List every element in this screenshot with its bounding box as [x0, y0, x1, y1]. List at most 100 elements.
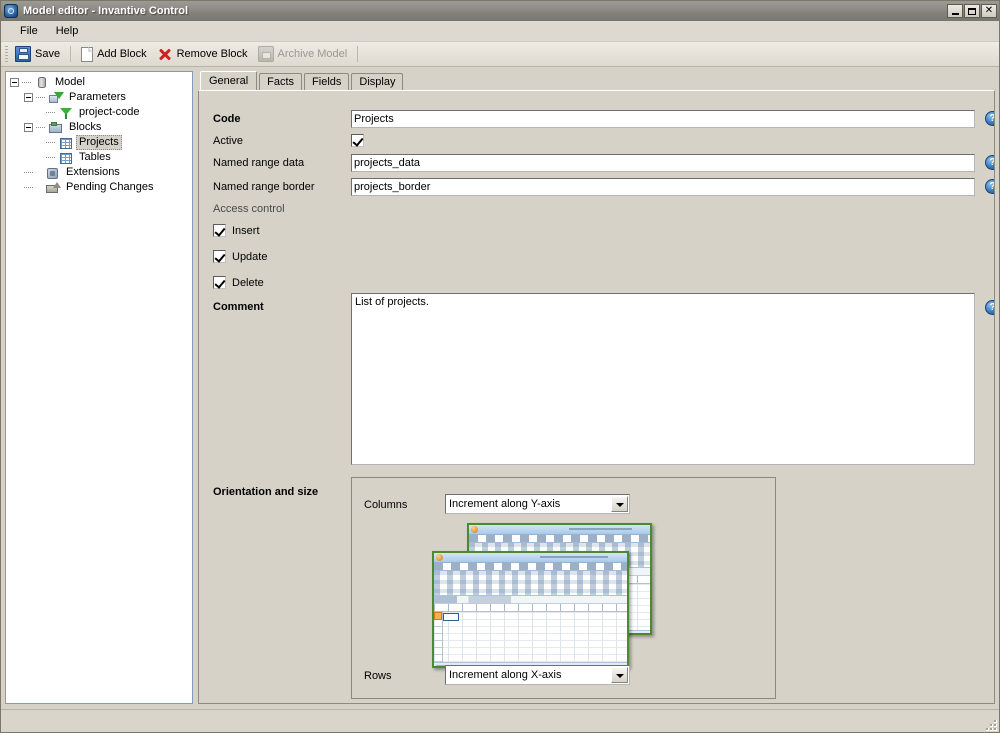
tree-item-label: Parameters — [66, 91, 129, 104]
help-icon-named-range-data[interactable]: ? — [985, 155, 995, 170]
excel-ribbon-tabs — [469, 535, 650, 543]
excel-ribbon-tabs — [434, 563, 627, 571]
tree-item-label: Tables — [76, 151, 114, 164]
orientation-label-row: Orientation and size — [213, 486, 318, 498]
tree-item-model[interactable]: Model — [10, 75, 192, 90]
expander-minus-icon[interactable] — [24, 123, 33, 132]
excel-ribbon — [434, 571, 627, 596]
excel-sheet-area — [434, 612, 627, 668]
access-control-label-row: Access control — [213, 203, 285, 215]
toolbar-separator — [70, 46, 71, 62]
expander-minus-icon[interactable] — [24, 93, 33, 102]
access-control-label: Access control — [213, 203, 285, 215]
access-delete-row[interactable]: Delete — [213, 276, 264, 289]
title-bar: Model editor - Invantive Control ✕ — [1, 1, 999, 21]
tree-item-label: Extensions — [63, 166, 123, 179]
rows-dropdown[interactable]: Increment along X-axis — [445, 665, 630, 685]
tree-item-extensions[interactable]: Extensions — [10, 165, 192, 180]
help-icon-named-range-border[interactable]: ? — [985, 179, 995, 194]
excel-row-headers — [434, 612, 443, 668]
close-button[interactable]: ✕ — [981, 4, 997, 18]
tree-connector — [24, 183, 33, 192]
named-range-border-label: Named range border — [213, 181, 315, 193]
help-icon-code[interactable]: ? — [985, 111, 995, 126]
update-checkbox[interactable] — [213, 250, 226, 263]
tree-connector — [24, 168, 33, 177]
save-icon — [15, 46, 31, 62]
resize-grip[interactable] — [985, 719, 997, 731]
tree-item-label: Projects — [76, 135, 122, 150]
tab-strip: General Facts Fields Display — [198, 71, 995, 90]
active-label-row: Active — [213, 135, 243, 147]
remove-block-button-label: Remove Block — [177, 48, 248, 60]
orientation-and-size-label: Orientation and size — [213, 486, 318, 498]
tree-connector — [36, 93, 45, 102]
tree-connector — [36, 123, 45, 132]
tree-connector — [46, 138, 55, 147]
archive-box-icon — [258, 46, 274, 62]
named-range-data-input[interactable] — [351, 154, 975, 172]
add-block-button-label: Add Block — [97, 48, 147, 60]
comment-label-row: Comment — [213, 301, 264, 313]
tree-item-project-code[interactable]: project-code — [10, 105, 192, 120]
named-range-data-label: Named range data — [213, 157, 304, 169]
archive-model-button-label: Archive Model — [278, 48, 348, 60]
menu-item-file[interactable]: File — [11, 23, 47, 39]
app-logo-icon — [4, 4, 18, 18]
model-tree[interactable]: Model Parameters project-code Bl — [5, 71, 193, 704]
access-update-row[interactable]: Update — [213, 250, 267, 263]
excel-formula-bar — [434, 596, 627, 604]
maximize-button[interactable] — [964, 4, 980, 18]
tab-display[interactable]: Display — [351, 73, 403, 90]
rows-dropdown-value: Increment along X-axis — [446, 669, 611, 681]
close-icon: ✕ — [982, 5, 996, 17]
rows-label: Rows — [364, 670, 392, 682]
remove-block-button[interactable]: Remove Block — [153, 44, 254, 64]
chevron-down-icon[interactable] — [611, 667, 628, 683]
expander-minus-icon[interactable] — [10, 78, 19, 87]
save-button[interactable]: Save — [11, 44, 66, 64]
chevron-down-icon[interactable] — [611, 496, 628, 512]
toolbar-grip[interactable] — [5, 46, 8, 62]
active-label: Active — [213, 135, 243, 147]
tree-item-projects[interactable]: Projects — [10, 135, 192, 150]
toolbar-separator-end — [357, 46, 358, 62]
status-bar — [1, 709, 999, 732]
general-tab-panel: Code ? Active Named range data ? Named r… — [198, 90, 995, 704]
add-block-button[interactable]: Add Block — [75, 44, 153, 64]
named-range-border-input[interactable] — [351, 178, 975, 196]
cylinder-icon — [34, 76, 50, 90]
application-window: Model editor - Invantive Control ✕ File … — [0, 0, 1000, 733]
tab-facts[interactable]: Facts — [259, 73, 302, 90]
grid-icon — [58, 136, 74, 150]
delete-checkbox[interactable] — [213, 276, 226, 289]
grid-icon — [58, 151, 74, 165]
tree-item-pending-changes[interactable]: Pending Changes — [10, 180, 192, 195]
tree-item-label: project-code — [76, 106, 143, 119]
parameters-icon — [48, 91, 64, 105]
active-checkbox[interactable] — [351, 134, 364, 147]
tree-item-tables[interactable]: Tables — [10, 150, 192, 165]
tab-fields[interactable]: Fields — [304, 73, 349, 90]
named-range-data-label-row: Named range data — [213, 157, 304, 169]
insert-checkbox[interactable] — [213, 224, 226, 237]
help-icon-comment[interactable]: ? — [985, 300, 995, 315]
pending-icon — [45, 181, 61, 195]
minimize-button[interactable] — [947, 4, 963, 18]
columns-dropdown[interactable]: Increment along Y-axis — [445, 494, 630, 514]
code-input[interactable] — [351, 110, 975, 128]
tree-item-blocks[interactable]: Blocks — [10, 120, 192, 135]
comment-textarea[interactable] — [351, 293, 975, 465]
menu-item-help[interactable]: Help — [47, 23, 88, 39]
save-button-label: Save — [35, 48, 60, 60]
new-page-icon — [81, 47, 93, 62]
tree-item-parameters[interactable]: Parameters — [10, 90, 192, 105]
menu-bar: File Help — [1, 21, 999, 42]
excel-titlebar — [434, 553, 627, 563]
excel-grid — [434, 612, 627, 663]
comment-label: Comment — [213, 301, 264, 313]
tab-general[interactable]: General — [200, 71, 257, 90]
named-range-border-label-row: Named range border — [213, 181, 315, 193]
update-label: Update — [232, 251, 267, 263]
access-insert-row[interactable]: Insert — [213, 224, 260, 237]
